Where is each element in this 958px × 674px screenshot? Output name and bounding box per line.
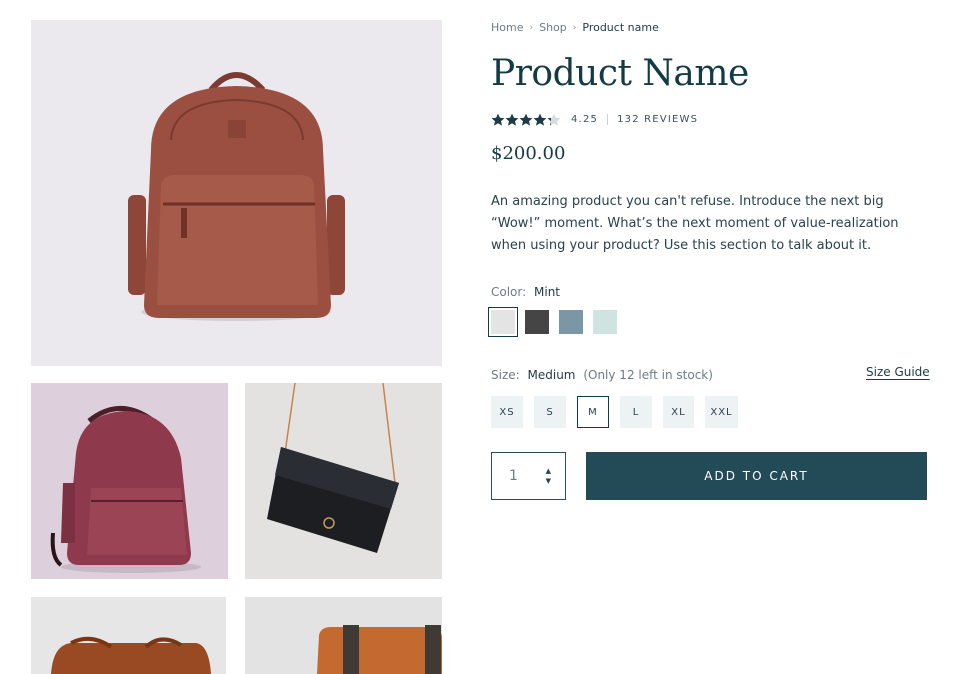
star-icon: [491, 113, 505, 126]
size-label-text: Size:: [491, 368, 520, 382]
stock-notice: (Only 12 left in stock): [583, 368, 713, 382]
color-label-text: Color:: [491, 285, 527, 299]
product-thumbnail[interactable]: [31, 597, 226, 674]
product-thumbnail[interactable]: [245, 383, 442, 579]
caret-down-icon[interactable]: ▼: [546, 477, 551, 485]
breadcrumb-home[interactable]: Home: [491, 21, 523, 34]
product-title: Product Name: [491, 53, 749, 94]
color-swatch[interactable]: [525, 310, 549, 334]
breadcrumb-shop[interactable]: Shop: [539, 21, 567, 34]
size-option-m[interactable]: M: [577, 396, 609, 428]
star-icon: [505, 113, 519, 126]
size-options: XS S M L XL XXL: [491, 396, 738, 428]
size-option-xl[interactable]: XL: [663, 396, 694, 428]
review-count-link[interactable]: 132 REVIEWS: [617, 114, 698, 125]
rating-value: 4.25: [571, 114, 599, 125]
size-option-l[interactable]: L: [620, 396, 652, 428]
size-option-xs[interactable]: XS: [491, 396, 523, 428]
main-product-image[interactable]: [31, 20, 442, 366]
add-to-cart-button[interactable]: ADD TO CART: [586, 452, 927, 500]
color-label: Color: Mint: [491, 285, 560, 299]
selected-color: Mint: [534, 285, 560, 299]
star-icon: [519, 113, 533, 126]
product-thumbnail[interactable]: [245, 597, 442, 674]
star-icon: [547, 113, 561, 126]
product-price: $200.00: [491, 143, 566, 164]
color-swatches: [488, 307, 617, 337]
product-rating[interactable]: 4.25 132 REVIEWS: [491, 113, 698, 126]
selected-size: Medium: [527, 368, 576, 382]
color-swatch[interactable]: [559, 310, 583, 334]
chevron-right-icon: ›: [529, 22, 534, 33]
breadcrumb-current: Product name: [582, 21, 659, 34]
quantity-stepper[interactable]: 1 ▲ ▼: [491, 452, 566, 500]
product-thumbnail[interactable]: [31, 383, 228, 579]
caret-up-icon[interactable]: ▲: [546, 467, 551, 475]
star-icon: [533, 113, 547, 126]
size-option-s[interactable]: S: [534, 396, 566, 428]
breadcrumb: Home › Shop › Product name: [491, 21, 659, 34]
product-description: An amazing product you can't refuse. Int…: [491, 194, 899, 253]
size-label: Size: Medium (Only 12 left in stock): [491, 368, 713, 382]
quantity-value[interactable]: 1: [509, 468, 518, 484]
star-rating: [491, 113, 561, 126]
size-guide-link[interactable]: Size Guide: [866, 365, 930, 379]
color-swatch[interactable]: [593, 310, 617, 334]
stepper-arrows[interactable]: ▲ ▼: [546, 467, 551, 485]
color-swatch[interactable]: [488, 307, 518, 337]
chevron-right-icon: ›: [572, 22, 577, 33]
size-option-xxl[interactable]: XXL: [705, 396, 738, 428]
rating-divider: [607, 114, 609, 125]
